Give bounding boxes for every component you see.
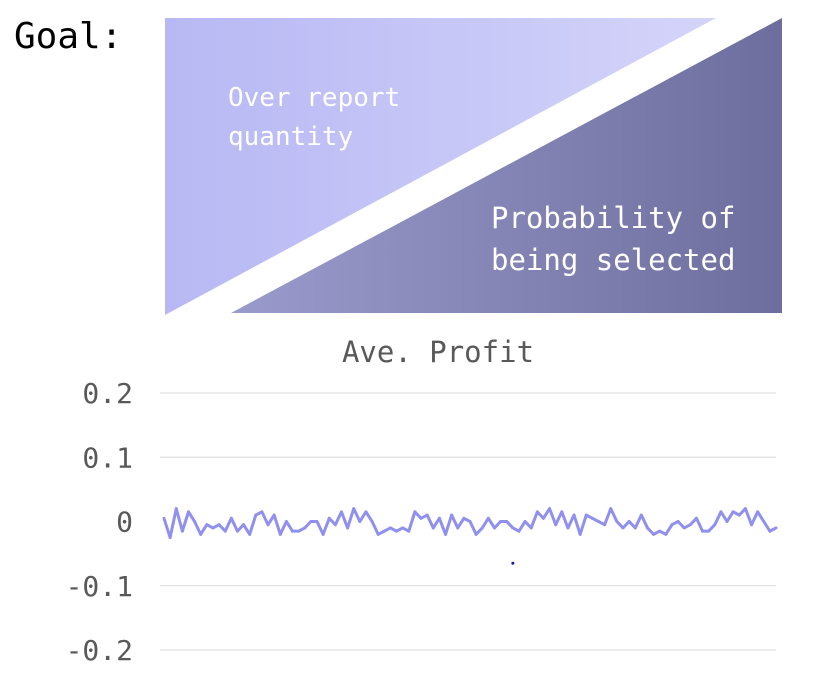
series-lines — [162, 507, 778, 540]
probability-label-line2: being selected — [491, 243, 735, 277]
y-tick-label: 0.2 — [82, 377, 133, 410]
series-line-segment — [750, 510, 760, 527]
series-line-segment — [364, 510, 374, 523]
series-line-segment — [450, 513, 460, 530]
series-line-segment — [444, 513, 454, 536]
series-line-segment — [278, 520, 288, 536]
series-line-segment — [743, 507, 754, 527]
series-line-segment — [713, 510, 723, 527]
series-line-segment — [315, 520, 325, 536]
goal-diagram: Over report quantity Probability of bein… — [165, 18, 782, 315]
series-line-segment — [223, 516, 233, 533]
over-report-label-line1: Over report — [228, 83, 400, 113]
series-line-segment — [572, 513, 582, 536]
series-line-segment — [193, 520, 203, 536]
series-line-segment — [486, 516, 496, 530]
series-line-segment — [725, 510, 735, 523]
ave-profit-chart: Ave. Profit 0.2 0.1 0 -0.1 -0.2 — [66, 335, 778, 667]
series-line-segment — [468, 520, 478, 536]
series-line-segment — [407, 510, 417, 533]
series-line-segment — [352, 507, 362, 523]
data-points — [511, 561, 515, 565]
series-line-segment — [517, 520, 527, 533]
series-line-segment — [370, 520, 380, 536]
series-line-segment — [554, 510, 564, 527]
y-tick-label: 0 — [116, 506, 133, 539]
series-line-segment — [548, 507, 558, 527]
series-line-segment — [756, 510, 766, 523]
y-tick-label: -0.2 — [66, 634, 133, 667]
series-line-segment — [180, 510, 190, 533]
series-line-segment — [186, 510, 197, 523]
series-line-segment — [437, 516, 448, 536]
probability-label-line1: Probability of — [491, 201, 735, 235]
series-line-segment — [578, 513, 588, 536]
series-line-segment — [425, 513, 435, 530]
series-line-segment — [248, 513, 258, 536]
series-line-segment — [664, 523, 674, 536]
series-line-segment — [719, 510, 729, 523]
over-report-label-line2: quantity — [228, 122, 353, 152]
chart-title: Ave. Profit — [342, 335, 534, 369]
series-line-segment — [260, 510, 270, 527]
series-line-segment — [333, 510, 343, 527]
series-line-segment — [762, 520, 772, 533]
series-line-segment — [229, 516, 239, 533]
series-line-segment — [272, 513, 282, 536]
series-line-segment — [694, 516, 705, 533]
series-line-segment — [633, 513, 643, 530]
series-line-segment — [560, 510, 570, 530]
series-line-segment — [284, 520, 295, 533]
series-line-segment — [456, 516, 466, 530]
series-line-segment — [199, 523, 209, 536]
series-line-segment — [768, 526, 778, 533]
series-line-segment — [603, 507, 613, 527]
series-line-segment — [339, 510, 350, 530]
y-tick-label: 0.1 — [82, 441, 133, 474]
series-line-segment — [609, 507, 619, 523]
series-line-segment — [639, 513, 649, 530]
series-line-segment — [358, 510, 368, 523]
series-line-segment — [529, 510, 539, 530]
series-line-segment — [346, 507, 356, 530]
series-line-segment — [174, 507, 184, 533]
series-line-segment — [480, 516, 490, 530]
y-tick-label: -0.1 — [66, 570, 133, 603]
series-line-segment — [321, 516, 331, 536]
series-line-segment — [168, 507, 178, 540]
y-tick-labels: 0.2 0.1 0 -0.1 -0.2 — [66, 377, 133, 667]
stray-data-point — [511, 561, 515, 565]
